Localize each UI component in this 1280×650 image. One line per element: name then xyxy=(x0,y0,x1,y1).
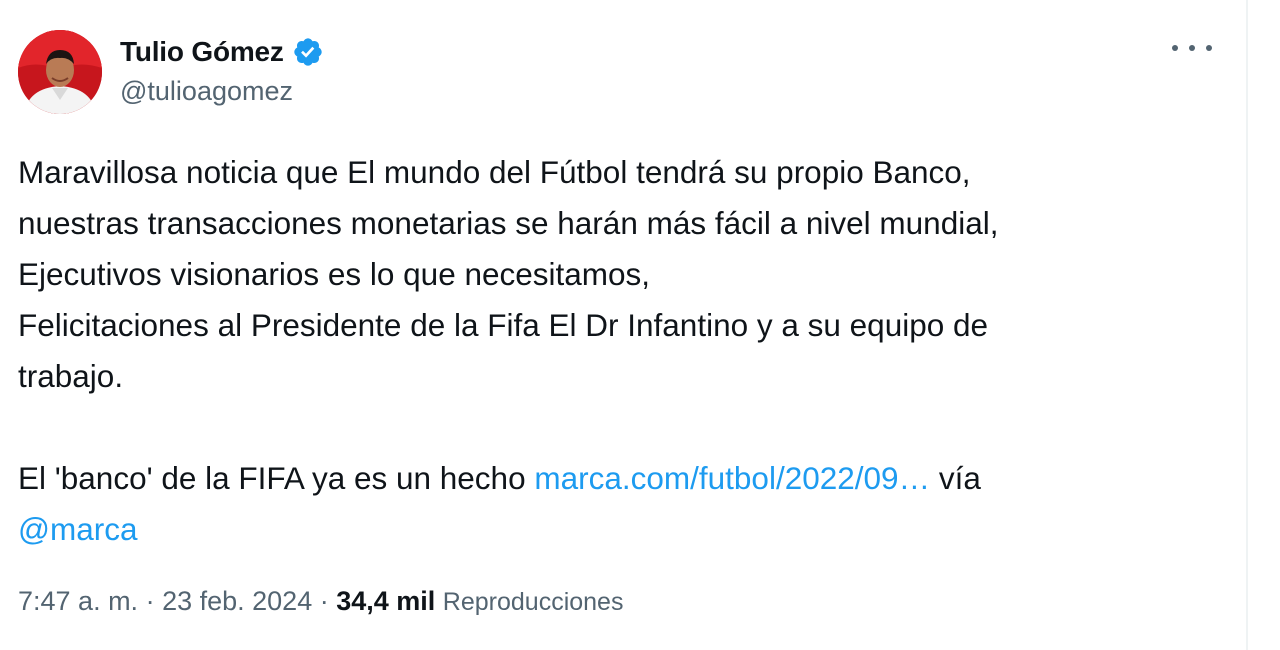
right-divider xyxy=(1246,0,1248,650)
tweet-line: nuestras transacciones monetarias se har… xyxy=(18,205,999,241)
mention-link[interactable]: @marca xyxy=(18,511,138,547)
tweet-time[interactable]: 7:47 a. m. xyxy=(18,586,138,616)
more-dot xyxy=(1172,45,1178,51)
article-link[interactable]: marca.com/futbol/2022/09… xyxy=(534,460,930,496)
share-prefix: El 'banco' de la FIFA ya es un hecho xyxy=(18,460,535,496)
author-names: Tulio Gómez @tulioagomez xyxy=(120,34,324,107)
more-options-icon[interactable] xyxy=(1172,38,1212,58)
tweet-card[interactable]: Tulio Gómez @tulioagomez Maravillosa not… xyxy=(0,0,1246,650)
views-label: Reproducciones xyxy=(442,588,624,616)
tweet-line: trabajo. xyxy=(18,358,124,394)
more-dot xyxy=(1206,45,1212,51)
share-line: El 'banco' de la FIFA ya es un hecho mar… xyxy=(18,453,1218,504)
tweet-text: Maravillosa noticia que El mundo del Fút… xyxy=(18,147,1218,555)
tweet-date[interactable]: 23 feb. 2024 xyxy=(162,586,312,616)
display-name-row: Tulio Gómez xyxy=(120,34,324,70)
verified-badge-icon[interactable] xyxy=(292,36,324,68)
mention-line: @marca xyxy=(18,504,1218,555)
views-count: 34,4 mil xyxy=(336,586,436,616)
more-dot xyxy=(1189,45,1195,51)
tweet-meta: 7:47 a. m. · 23 feb. 2024 · 34,4 mil Rep… xyxy=(18,586,623,617)
meta-separator: · xyxy=(138,586,163,616)
author-handle[interactable]: @tulioagomez xyxy=(120,76,324,107)
tweet-line: Maravillosa noticia que El mundo del Fút… xyxy=(18,154,971,190)
tweet-line: Ejecutivos visionarios es lo que necesit… xyxy=(18,256,651,292)
tweet-header: Tulio Gómez @tulioagomez xyxy=(18,30,1226,120)
tweet-line: Felicitaciones al Presidente de la Fifa … xyxy=(18,307,989,343)
display-name[interactable]: Tulio Gómez xyxy=(120,36,284,68)
meta-separator: · xyxy=(312,586,337,616)
avatar-photo xyxy=(18,30,102,114)
avatar[interactable] xyxy=(18,30,102,114)
share-via: vía xyxy=(930,460,981,496)
